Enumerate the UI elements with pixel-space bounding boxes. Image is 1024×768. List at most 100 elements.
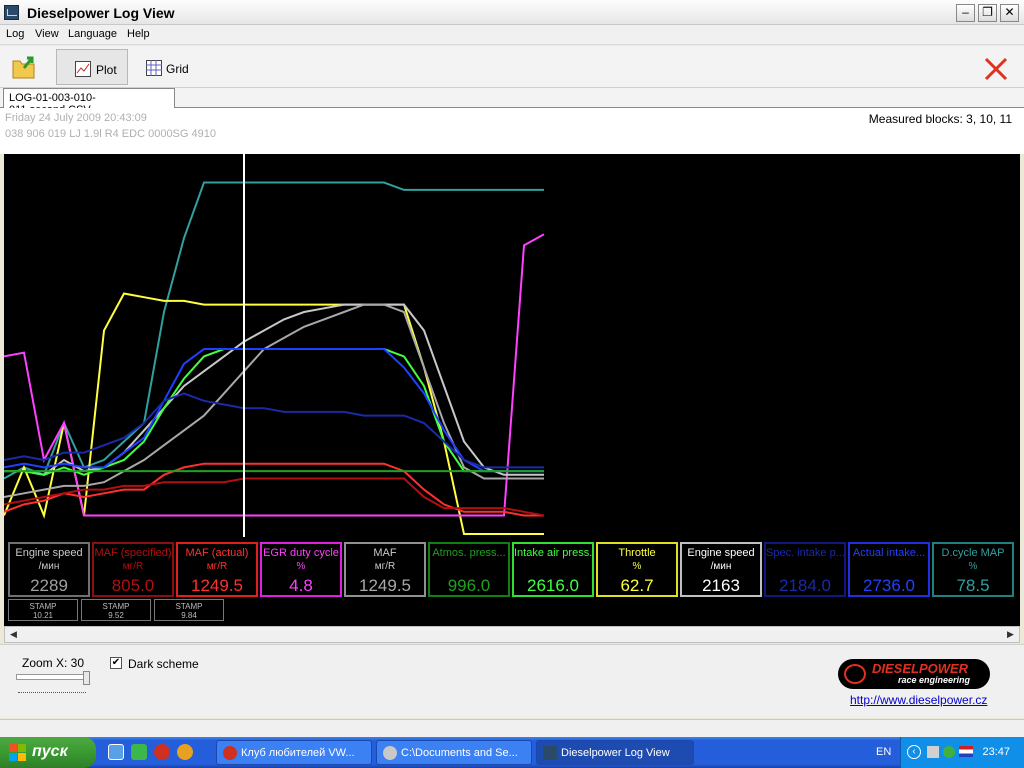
gauge[interactable]: MAF (actual) мг/R 1249.5 (176, 542, 258, 597)
gauge-name: Intake air press. (514, 547, 592, 559)
gauge-name: Atmos. press... (432, 547, 506, 559)
gauge-value: 805.0 (111, 576, 155, 595)
gauge-name: Actual intake... (852, 547, 926, 559)
task-opera-window[interactable]: Клуб любителей VW... (216, 740, 372, 765)
gauge-value: 4.8 (289, 576, 313, 595)
series-line-2 (4, 233, 545, 517)
close-icon (984, 57, 1008, 81)
logo-subtext: race engineering (898, 675, 971, 685)
scroll-right-arrow[interactable]: ▶ (1003, 628, 1018, 641)
gauge[interactable]: Throttle% 62.7 (596, 542, 678, 597)
grid-label: Grid (166, 62, 189, 76)
plot-area[interactable]: Engine speed/мин 2289 MAF (specified) мг/R 8… (4, 154, 1020, 626)
gauge[interactable]: MAF мг/R 1249.5 (344, 542, 426, 597)
gauge-unit: мг/R (206, 561, 228, 572)
settings-panel: Zoom X: 30 ✔ Dark scheme DIESELPOWER rac… (0, 644, 1024, 718)
gauge[interactable]: Atmos. press... 996.0 (428, 542, 510, 597)
flag-icon[interactable] (959, 746, 973, 757)
gauge[interactable]: Engine speed/мин 2163 (680, 542, 762, 597)
menu-bar: Log View Language Help (0, 25, 1024, 45)
gauge[interactable]: MAF (specified) мг/R 805.0 (92, 542, 174, 597)
task-dieselpower-window[interactable]: Dieselpower Log View (536, 740, 694, 765)
tab-log-file[interactable]: LOG-01-003-010-011.second.CSV (3, 88, 175, 116)
gauge[interactable]: D.cycle MAP% 78.5 (932, 542, 1014, 597)
toolbar: Plot Grid (0, 46, 1024, 88)
start-label: пуск (32, 743, 68, 760)
gauge[interactable]: EGR duty cycle% 4.8 (260, 542, 342, 597)
window-title: Dieselpower Log View (27, 5, 175, 21)
taskbar: пуск Клуб любителей VW... C:\Documents a… (0, 737, 1024, 768)
task-explorer-window[interactable]: C:\Documents and Se... (376, 740, 532, 765)
stamp-value: 9.52 (108, 611, 124, 620)
menu-language[interactable]: Language (68, 28, 117, 40)
menu-log[interactable]: Log (6, 28, 24, 40)
turbo-swirl-icon (844, 664, 866, 684)
gauge-value: 2163 (702, 576, 740, 595)
task-label: Клуб любителей VW... (241, 747, 355, 759)
quicklaunch-info-icon[interactable] (177, 744, 193, 760)
gauge-name: Spec. intake p... (766, 547, 844, 559)
tray-app-icon[interactable] (943, 746, 955, 758)
gauge-unit: % (968, 561, 978, 572)
minimize-button[interactable]: – (956, 4, 975, 22)
series-line-0 (4, 181, 544, 480)
gauge-value: 2289 (30, 576, 68, 595)
menu-help[interactable]: Help (127, 28, 150, 40)
gauge-name: Engine speed (687, 547, 755, 559)
network-icon[interactable] (927, 746, 939, 758)
series-line-1 (4, 292, 544, 535)
gauge[interactable]: Engine speed/мин 2289 (8, 542, 90, 597)
stamp-value: 10.21 (32, 611, 54, 620)
dark-scheme-checkbox[interactable]: ✔ (110, 657, 122, 669)
status-bar (0, 719, 1024, 737)
grid-button[interactable]: Grid (140, 49, 200, 85)
line-chart[interactable] (4, 154, 1020, 539)
stamp-label: STAMP (102, 602, 130, 611)
gauge[interactable]: Intake air press. 2616.0 (512, 542, 594, 597)
close-window-button[interactable]: ✕ (1000, 4, 1019, 22)
menu-view[interactable]: View (35, 28, 59, 40)
website-link[interactable]: http://www.dieselpower.cz (850, 693, 987, 707)
tab-strip: LOG-01-003-010-011.second.CSV (0, 88, 1024, 116)
stamp-label: STAMP (175, 602, 203, 611)
gauge-unit: /мин (38, 561, 60, 572)
zoom-slider-thumb[interactable] (83, 671, 90, 685)
plot-button[interactable]: Plot (56, 49, 128, 85)
title-bar: Dieselpower Log View – ❐ ✕ (0, 0, 1024, 25)
gauge[interactable]: Actual intake... 2736.0 (848, 542, 930, 597)
language-indicator[interactable]: EN (876, 746, 891, 758)
stamp-box: STAMP 9.52 (81, 599, 151, 621)
gauge-name: MAF (373, 547, 397, 559)
maximize-button[interactable]: ❐ (978, 4, 997, 22)
gauge-name: MAF (specified) (94, 547, 172, 559)
gauge-value: 62.7 (620, 576, 654, 595)
open-log-button[interactable] (6, 49, 42, 85)
opera-icon (223, 746, 237, 760)
system-tray: ‹ 23:47 (900, 737, 1024, 768)
grid-icon (146, 60, 162, 76)
start-button[interactable]: пуск (0, 737, 96, 768)
logo-text: DIESELPOWER (872, 661, 969, 676)
open-folder-icon (12, 56, 35, 79)
gauge-value: 996.0 (447, 576, 491, 595)
stamp-value: 9.84 (181, 611, 197, 620)
app-icon (4, 5, 19, 20)
quicklaunch-explorer-icon[interactable] (108, 744, 124, 760)
quicklaunch-opera-icon[interactable] (154, 744, 170, 760)
gauge-unit: % (296, 561, 306, 572)
tray-expand-icon[interactable]: ‹ (907, 745, 921, 759)
series-line-7 (4, 392, 544, 469)
close-log-button[interactable] (980, 49, 1012, 85)
scroll-left-arrow[interactable]: ◀ (6, 628, 21, 641)
gauge-name: Throttle (618, 547, 656, 559)
plot-label: Plot (96, 63, 117, 77)
gauge-unit: мг/R (374, 561, 396, 572)
horizontal-scrollbar[interactable]: ◀ ▶ (4, 626, 1020, 643)
gauge[interactable]: Spec. intake p... 2184.0 (764, 542, 846, 597)
gauge-value: 78.5 (956, 576, 990, 595)
zoom-slider-track[interactable] (16, 674, 88, 680)
gear-icon (383, 746, 397, 760)
gauge-unit: % (632, 561, 642, 572)
measured-blocks: Measured blocks: 3, 10, 11 (868, 112, 1012, 126)
quicklaunch-network-icon[interactable] (131, 744, 147, 760)
